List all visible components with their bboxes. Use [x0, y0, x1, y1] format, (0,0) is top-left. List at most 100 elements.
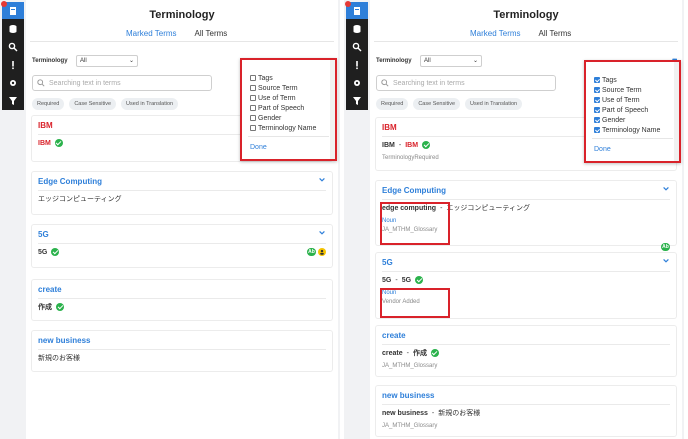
search-placeholder: Searching text in terms: [393, 79, 465, 87]
chip-used-in-translation[interactable]: Used in Translation: [465, 98, 523, 110]
option-part-of-speech[interactable]: Part of Speech: [594, 105, 679, 115]
right-panel: Terminology Marked Terms All Terms Termi…: [344, 0, 684, 439]
left-panel: Terminology Marked Terms All Terms Termi…: [0, 0, 340, 439]
option-gender[interactable]: Gender: [250, 113, 335, 123]
search-icon: [8, 42, 18, 51]
popup-divider: [248, 136, 329, 137]
done-button[interactable]: Done: [250, 144, 267, 151]
option-part-of-speech[interactable]: Part of Speech: [250, 103, 335, 113]
tab-bar: Marked Terms All Terms: [470, 27, 571, 42]
term-card-5g[interactable]: 5G 5G Ab: [32, 225, 332, 267]
chip-used-in-translation[interactable]: Used in Translation: [121, 98, 179, 110]
rail-database-button[interactable]: [2, 20, 24, 37]
card-heading: 5G: [38, 229, 49, 239]
rail-alert-button[interactable]: [346, 56, 368, 73]
checkbox-checked[interactable]: [594, 107, 600, 113]
chevron-down-icon[interactable]: [662, 257, 670, 265]
chevron-down-icon[interactable]: [318, 229, 326, 237]
rail-settings-button[interactable]: [2, 74, 24, 91]
terminology-select[interactable]: All ⌄: [76, 55, 138, 67]
exclamation-icon: [356, 60, 358, 69]
side-rail: [2, 2, 24, 110]
option-tags[interactable]: Tags: [250, 73, 335, 83]
tab-marked-terms[interactable]: Marked Terms: [470, 27, 521, 42]
option-use-of-term[interactable]: Use of Term: [250, 93, 335, 103]
card-row: 5G Ab: [32, 244, 332, 260]
chevron-down-icon[interactable]: [662, 185, 670, 193]
chevron-down-icon: ⌄: [472, 58, 478, 64]
source-term: IBM: [382, 141, 395, 149]
highlight-box: [380, 202, 450, 245]
option-use-of-term[interactable]: Use of Term: [594, 95, 679, 105]
checkbox-checked[interactable]: [594, 117, 600, 123]
gear-icon: [10, 79, 16, 86]
terminology-select-value: All: [424, 58, 431, 64]
rail-search-button[interactable]: [2, 38, 24, 55]
chevron-down-icon[interactable]: [318, 176, 326, 184]
option-source-term[interactable]: Source Term: [250, 83, 335, 93]
option-gender[interactable]: Gender: [594, 115, 679, 125]
term-card-create[interactable]: create create - 作成 JA_MTHM_Glossary: [376, 326, 676, 376]
target-term: 5G: [401, 276, 412, 284]
term-card-create[interactable]: create 作成: [32, 280, 332, 320]
option-label: Gender: [258, 114, 282, 122]
terminology-select[interactable]: All ⌄: [420, 55, 482, 67]
checkbox[interactable]: [250, 115, 256, 121]
popup-divider: [592, 138, 673, 139]
checkbox[interactable]: [250, 105, 256, 111]
chip-case-sensitive[interactable]: Case Sensitive: [413, 98, 461, 110]
checkbox-checked[interactable]: [594, 127, 600, 133]
checkbox-checked[interactable]: [594, 87, 600, 93]
chip-required[interactable]: Required: [32, 98, 65, 110]
done-button[interactable]: Done: [594, 146, 611, 153]
rail-filter-button[interactable]: [2, 92, 24, 109]
popup-scrollbar[interactable]: [674, 62, 679, 161]
term-card-edge-computing[interactable]: Edge Computing エッジコンピューティング: [32, 172, 332, 214]
card-heading: create: [382, 330, 406, 340]
term-card-new-business[interactable]: new business 新規のお客様: [32, 331, 332, 371]
rail-database-button[interactable]: [346, 20, 368, 37]
term-separator: -: [431, 409, 435, 417]
search-input[interactable]: Searching text in terms: [376, 75, 556, 91]
term-card-new-business[interactable]: new business new business - 新規のお客様 JA_MT…: [376, 386, 676, 436]
check-icon: [415, 276, 424, 284]
option-tags[interactable]: Tags: [594, 75, 679, 85]
tab-all-terms[interactable]: All Terms: [195, 27, 228, 42]
checkbox-checked[interactable]: [594, 97, 600, 103]
rail-filter-button[interactable]: [346, 92, 368, 109]
chip-case-sensitive[interactable]: Case Sensitive: [69, 98, 117, 110]
card-row: 5G - 5G Ab: [376, 243, 676, 288]
popup-scrollbar[interactable]: [330, 60, 335, 159]
check-icon: [51, 248, 60, 256]
terminology-name: JA_MTHM_Glossary: [382, 422, 438, 429]
option-source-term[interactable]: Source Term: [594, 85, 679, 95]
terminology-sheet: Terminology Marked Terms All Terms Termi…: [370, 0, 682, 439]
terminology-sheet: Terminology Marked Terms All Terms Termi…: [26, 0, 338, 439]
exclamation-icon: [12, 60, 14, 69]
tab-marked-terms[interactable]: Marked Terms: [126, 27, 177, 42]
checkbox[interactable]: [250, 125, 256, 131]
chevron-down-icon: ⌄: [128, 58, 134, 64]
option-terminology-name[interactable]: Terminology Name: [594, 125, 679, 135]
notification-dot: [345, 1, 351, 7]
filter-chips: Required Case Sensitive Used in Translat…: [376, 98, 523, 110]
tab-all-terms[interactable]: All Terms: [539, 27, 572, 42]
checkbox[interactable]: [250, 95, 256, 101]
checkbox[interactable]: [250, 85, 256, 91]
option-terminology-name[interactable]: Terminology Name: [250, 123, 335, 133]
option-label: Use of Term: [602, 96, 640, 104]
user-icon: [318, 248, 326, 256]
search-icon: [352, 42, 362, 51]
card-row: 作成: [32, 299, 332, 315]
rail-alert-button[interactable]: [2, 56, 24, 73]
search-input[interactable]: Searching text in terms: [32, 75, 212, 91]
tab-divider: [30, 41, 334, 42]
checkbox[interactable]: [250, 75, 256, 81]
term-text: 5G: [38, 248, 48, 256]
checkbox-checked[interactable]: [594, 77, 600, 83]
term-separator: -: [395, 276, 398, 284]
chip-required[interactable]: Required: [376, 98, 409, 110]
option-label: Part of Speech: [602, 106, 649, 114]
rail-search-button[interactable]: [346, 38, 368, 55]
rail-settings-button[interactable]: [346, 74, 368, 91]
